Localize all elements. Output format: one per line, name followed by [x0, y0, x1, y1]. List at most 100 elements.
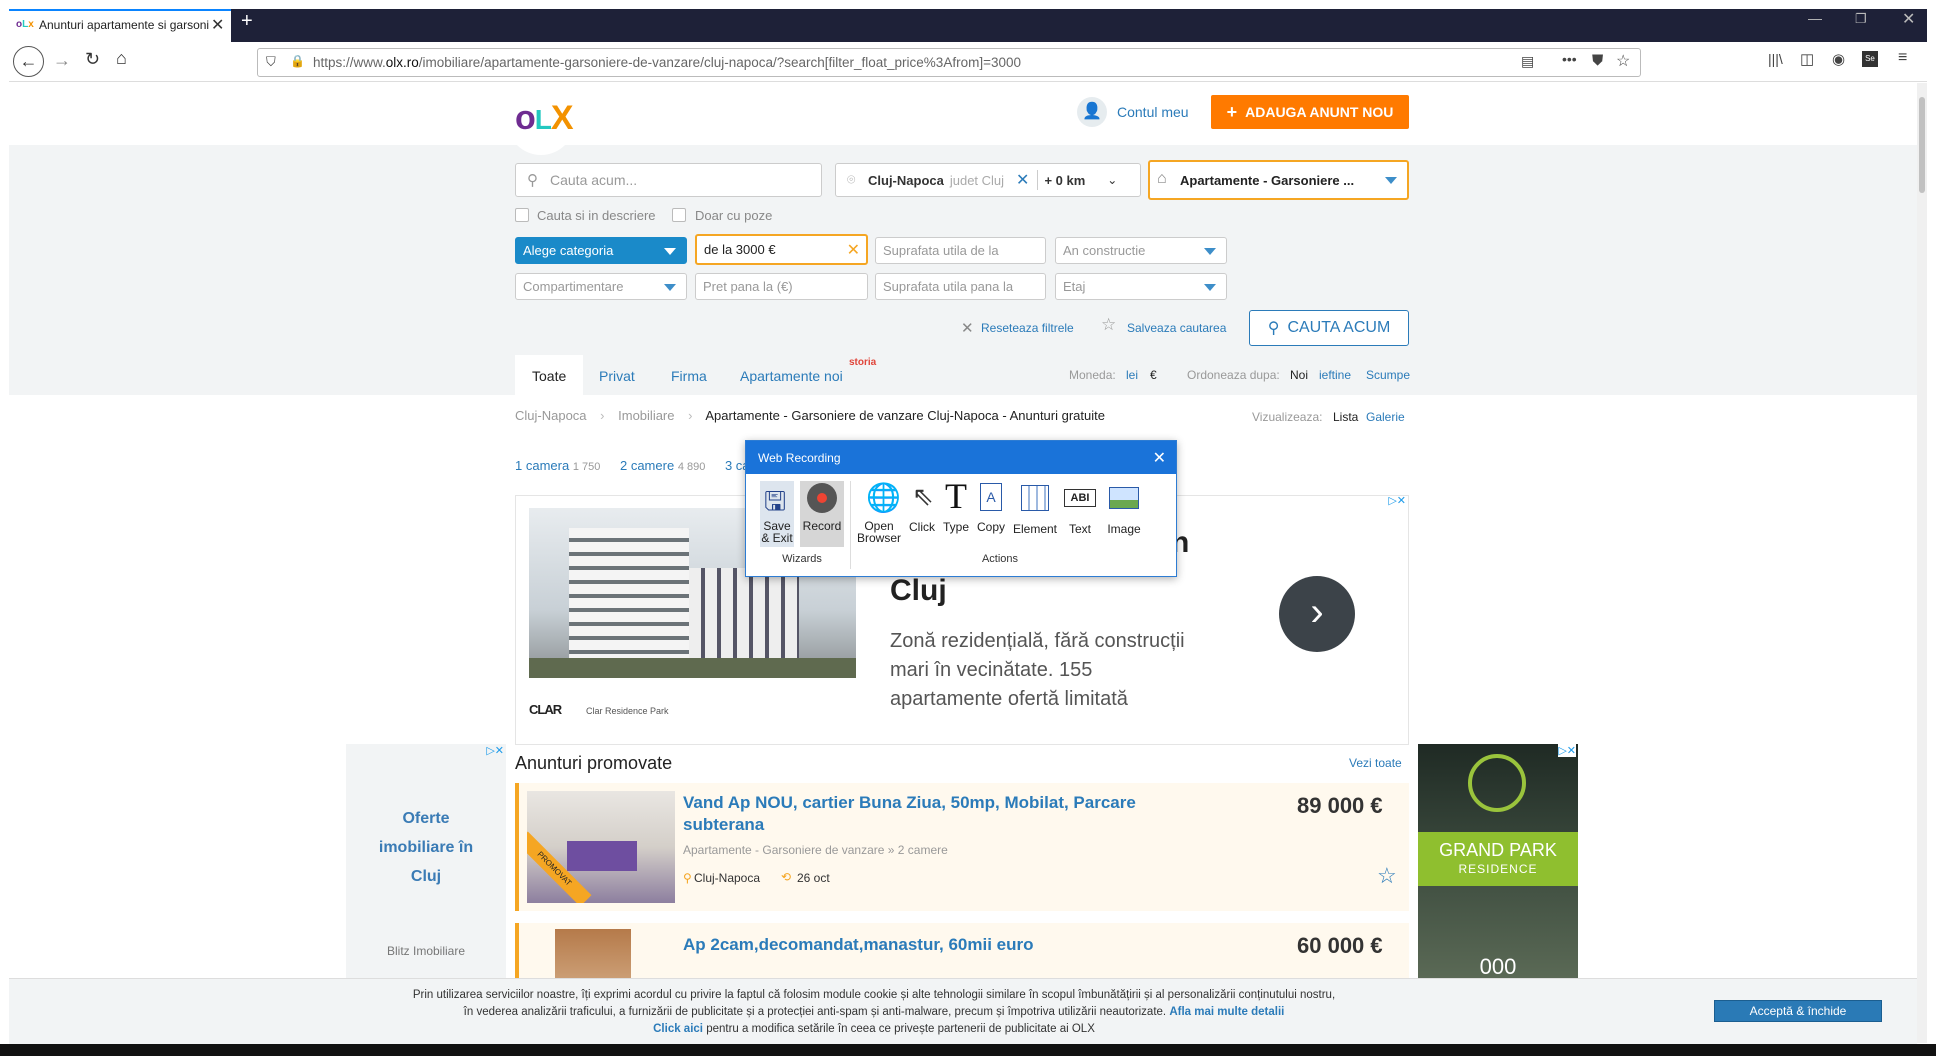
location-input[interactable]: ⌾ Cluj-Napoca judet Cluj ✕ + 0 km ⌄ [835, 163, 1141, 197]
tabstrip [9, 9, 1927, 42]
star-icon: ☆ [1101, 315, 1117, 334]
search-input[interactable]: ⚲ Cauta acum... [515, 163, 822, 197]
minimize-icon[interactable]: — [1808, 10, 1822, 26]
extension-icon[interactable]: Se [1862, 51, 1878, 67]
breadcrumb-current: Apartamente - Garsoniere de vanzare Cluj… [705, 408, 1105, 423]
type-button[interactable]: T Type [940, 476, 972, 547]
restore-icon[interactable]: ❐ [1855, 11, 1867, 27]
clear-price-icon[interactable]: ✕ [847, 240, 860, 260]
price-from-input[interactable]: de la 3000 € ✕ [695, 234, 868, 265]
reload-icon[interactable]: ↻ [85, 49, 100, 70]
post-ad-button[interactable]: + ADAUGA ANUNT NOU [1211, 95, 1409, 129]
forward-icon[interactable]: → [53, 50, 71, 71]
currency-lei[interactable]: lei [1126, 368, 1138, 382]
url-text[interactable]: https://www.olx.ro/imobiliare/apartament… [313, 55, 1021, 70]
tab-toate[interactable]: Toate [515, 355, 583, 395]
scrollbar-thumb[interactable] [1919, 97, 1925, 193]
area-from-input[interactable]: Suprafata utila de la [875, 237, 1046, 264]
clock-icon: ⟲ [781, 870, 792, 884]
listing-title[interactable]: Vand Ap NOU, cartier Buna Ziua, 50mp, Mo… [683, 793, 1136, 813]
sort-expensive[interactable]: Scumpe [1366, 368, 1410, 382]
adchoices-icon[interactable]: ▷✕ [1388, 494, 1406, 507]
save-search-link[interactable]: Salveaza cautarea [1127, 321, 1226, 335]
breadcrumb-city[interactable]: Cluj-Napoca [515, 408, 587, 423]
home-icon[interactable]: ⌂ [116, 48, 127, 69]
view-gallery[interactable]: Galerie [1366, 410, 1405, 424]
ad-body-3: apartamente ofertă limitată [890, 688, 1128, 710]
adchoices-icon[interactable]: ▷✕ [486, 744, 504, 757]
text-button[interactable]: ABI Text [1060, 481, 1100, 547]
account-icon[interactable]: ◉ [1832, 50, 1845, 68]
page-actions-icon[interactable]: ••• [1562, 51, 1577, 67]
listing-item[interactable]: PROMOVAT Vand Ap NOU, cartier Buna Ziua,… [515, 783, 1409, 911]
ad-next-arrow-icon[interactable]: › [1279, 576, 1355, 652]
open-browser-button[interactable]: 🌐 Open Browser [854, 481, 904, 547]
floor-select[interactable]: Etaj [1055, 273, 1227, 300]
cookie-settings-link[interactable]: Click aici [653, 1023, 703, 1035]
cookie-accept-button[interactable]: Acceptă & închide [1714, 1000, 1882, 1022]
tab-privat[interactable]: Privat [599, 368, 635, 384]
save-exit-button[interactable]: 🖫 Save & Exit [760, 481, 794, 547]
year-select[interactable]: An constructie [1055, 237, 1227, 264]
new-tab-icon[interactable]: + [241, 10, 253, 33]
menu-icon[interactable]: ≡ [1898, 49, 1907, 67]
desc-checkbox[interactable] [515, 208, 529, 222]
tab-firma[interactable]: Firma [671, 368, 707, 384]
tab-close-icon[interactable]: ✕ [211, 15, 224, 35]
shield-icon[interactable]: ⛉ [266, 54, 276, 70]
grand-park-logo-icon [1468, 754, 1526, 812]
olx-favicon-icon: oLx [16, 19, 34, 30]
favorite-star-icon[interactable]: ☆ [1377, 863, 1397, 889]
view-label: Vizualizeaza: [1252, 410, 1323, 424]
see-all-link[interactable]: Vezi toate [1349, 756, 1402, 770]
reader-view-icon[interactable]: ▤ [1521, 53, 1534, 70]
element-button[interactable]: Element [1012, 481, 1058, 547]
search-button[interactable]: ⚲ CAUTA ACUM [1249, 310, 1409, 346]
user-avatar-icon[interactable]: 👤 [1077, 97, 1107, 127]
clear-location-icon[interactable]: ✕ [1016, 170, 1029, 190]
library-icon[interactable]: |||\ [1768, 51, 1783, 67]
record-button[interactable]: Record [800, 481, 844, 547]
storia-badge: storia [849, 357, 877, 368]
radius-select[interactable]: + 0 km [1044, 173, 1085, 188]
area-to-input[interactable]: Suprafata utila pana la [875, 273, 1046, 300]
subcategory-select[interactable]: Alege categoria [515, 237, 687, 264]
listing-category: Apartamente - Garsoniere de vanzare » 2 … [683, 843, 948, 857]
click-button[interactable]: ⇖ Click [906, 481, 938, 547]
breadcrumb-category[interactable]: Imobiliare [618, 408, 674, 423]
reset-filters-link[interactable]: Reseteaza filtrele [981, 321, 1074, 335]
sidebar-icon[interactable]: ◫ [1800, 50, 1814, 68]
browser-tab[interactable]: oLx Anunturi apartamente si garsoniere ✕ [9, 9, 231, 42]
account-link[interactable]: Contul meu [1117, 104, 1189, 120]
dialog-close-icon[interactable]: ✕ [1153, 448, 1166, 468]
sort-cheap[interactable]: ieftine [1319, 368, 1351, 382]
cookie-more-link[interactable]: Afla mai multe detalii [1169, 1006, 1284, 1018]
category-select[interactable]: ⌂ Apartamente - Garsoniere ... [1148, 160, 1409, 200]
partitioning-select[interactable]: Compartimentare [515, 273, 687, 300]
listing-title[interactable]: Ap 2cam,decomandat,manastur, 60mii euro [683, 935, 1034, 955]
listing-thumbnail[interactable]: PROMOVAT [527, 791, 675, 903]
pocket-icon[interactable]: ⛊ [1592, 52, 1603, 69]
reset-icon: ✕ [961, 320, 974, 337]
tab-apartamente-noi[interactable]: Apartamente noi [740, 368, 843, 384]
rooms-2[interactable]: 2 camere [620, 458, 674, 473]
olx-logo[interactable]: oLX [507, 87, 575, 155]
adchoices-icon[interactable]: ▷✕ [1558, 744, 1576, 757]
listing-title-2[interactable]: subterana [683, 815, 764, 835]
url-bar[interactable]: ⛉ 🔒 https://www.olx.ro/imobiliare/aparta… [257, 48, 1641, 77]
image-button[interactable]: Image [1102, 481, 1146, 547]
location-pin-icon: ⌾ [847, 171, 856, 187]
currency-eur[interactable]: € [1150, 368, 1157, 382]
listing-price: 89 000 € [1297, 793, 1383, 818]
logo-text: oLX [515, 99, 574, 137]
photo-checkbox[interactable] [672, 208, 686, 222]
view-list[interactable]: Lista [1333, 410, 1358, 424]
back-icon[interactable]: ← [13, 46, 44, 77]
bookmark-star-icon[interactable]: ☆ [1616, 51, 1630, 71]
scrollbar[interactable] [1917, 83, 1927, 1043]
rooms-1[interactable]: 1 camera [515, 458, 569, 473]
copy-button[interactable]: A Copy [974, 481, 1008, 547]
price-to-input[interactable]: Pret pana la (€) [695, 273, 868, 300]
window-close-icon[interactable]: ✕ [1902, 9, 1915, 29]
sort-new[interactable]: Noi [1290, 368, 1308, 382]
